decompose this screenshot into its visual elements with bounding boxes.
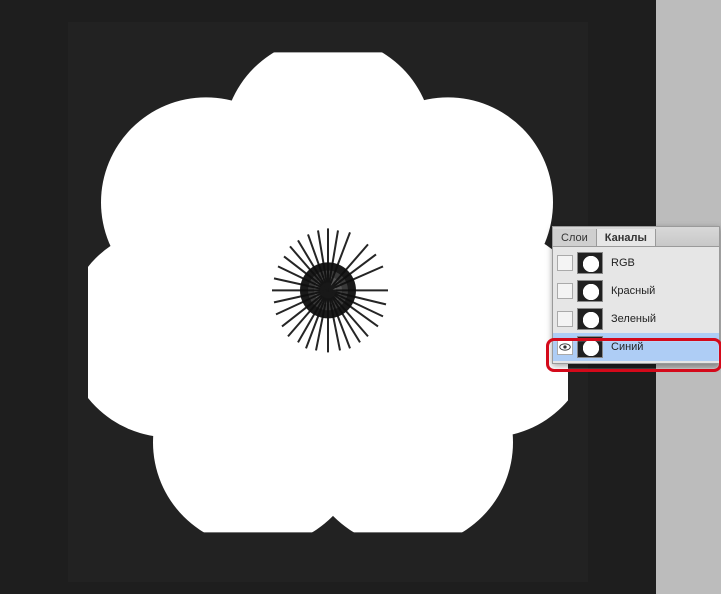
tab-layers[interactable]: Слои [553, 229, 597, 246]
channel-label: RGB [607, 257, 715, 269]
eye-icon [559, 343, 571, 351]
channel-preview-image [88, 52, 568, 532]
channel-list: RGB Красный Зеленый Синий [553, 247, 719, 363]
channel-thumbnail-blue [577, 336, 603, 358]
channel-label: Синий [607, 341, 715, 353]
channel-label: Красный [607, 285, 715, 297]
channel-thumbnail-green [577, 308, 603, 330]
panel-tabs: Слои Каналы [553, 227, 719, 247]
channel-row-red[interactable]: Красный [553, 277, 719, 305]
channel-thumbnail-red [577, 280, 603, 302]
channels-panel: Слои Каналы RGB Красный Зеленый [552, 226, 720, 364]
document-canvas[interactable] [68, 22, 588, 582]
visibility-toggle-rgb[interactable] [557, 255, 573, 271]
visibility-toggle-red[interactable] [557, 283, 573, 299]
tab-channels[interactable]: Каналы [597, 229, 656, 246]
channel-thumbnail-rgb [577, 252, 603, 274]
channel-row-green[interactable]: Зеленый [553, 305, 719, 333]
visibility-toggle-green[interactable] [557, 311, 573, 327]
channel-row-rgb[interactable]: RGB [553, 249, 719, 277]
channel-row-blue[interactable]: Синий [553, 333, 719, 361]
visibility-toggle-blue[interactable] [557, 339, 573, 355]
channel-label: Зеленый [607, 313, 715, 325]
